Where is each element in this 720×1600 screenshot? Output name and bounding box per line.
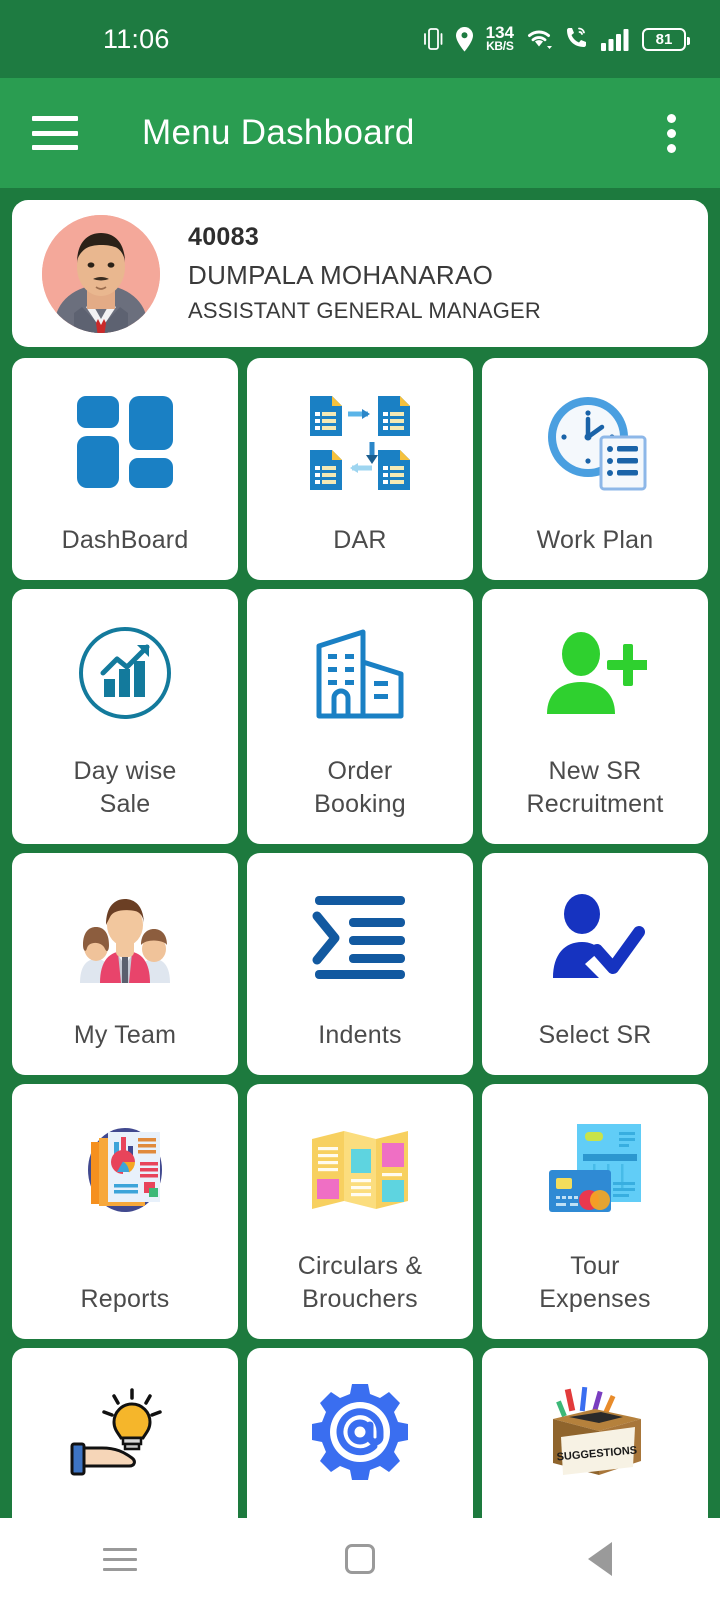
tile-work-plan[interactable]: Work Plan [482, 358, 708, 580]
tile-dar[interactable]: DAR [247, 358, 473, 580]
add-person-icon [530, 617, 660, 729]
location-icon [454, 26, 475, 53]
tile-label: Tour Expenses [539, 1251, 651, 1314]
avatar [42, 214, 160, 333]
growth-chart-circle-icon [60, 617, 190, 729]
app-bar: Menu Dashboard [0, 78, 720, 188]
person-check-icon [530, 881, 660, 993]
profile-details: 40083 DUMPALA MOHANARAO ASSISTANT GENERA… [188, 223, 541, 324]
tile-label: Day wise Sale [73, 756, 177, 819]
tile-reports[interactable]: Reports [12, 1084, 238, 1339]
status-bar-icons: 134 KB/S 81 [423, 24, 690, 54]
home-icon[interactable] [305, 1518, 415, 1600]
suggestion-box-icon: SUGGESTIONS [530, 1376, 660, 1488]
vibrate-icon [423, 26, 443, 52]
profile-card[interactable]: 40083 DUMPALA MOHANARAO ASSISTANT GENERA… [12, 200, 708, 347]
scroll-content: 40083 DUMPALA MOHANARAO ASSISTANT GENERA… [0, 188, 720, 1600]
team-people-icon [60, 881, 190, 993]
menu-grid: DashBoard DAR Work Plan Day wise Sale Or… [12, 358, 708, 1600]
status-bar: 11:06 134 KB/S 81 [0, 0, 720, 78]
tile-label: Indents [318, 1021, 402, 1050]
tile-label: New SR Recruitment [526, 756, 664, 819]
wifi-icon [525, 27, 553, 51]
tile-label: Reports [80, 1285, 170, 1314]
brochure-trifold-icon [295, 1112, 425, 1224]
hamburger-menu-icon[interactable] [32, 116, 78, 150]
report-charts-icon [60, 1112, 190, 1224]
tile-label: Work Plan [536, 526, 654, 555]
tile-circulars-brouchers[interactable]: Circulars & Brouchers [247, 1084, 473, 1339]
tile-new-sr-recruitment[interactable]: New SR Recruitment [482, 589, 708, 844]
recent-apps-icon[interactable] [65, 1518, 175, 1600]
more-vertical-icon[interactable] [667, 113, 676, 153]
back-icon[interactable] [545, 1518, 655, 1600]
tile-label: DashBoard [61, 526, 189, 555]
invoice-card-icon [530, 1112, 660, 1224]
system-nav-bar [0, 1518, 720, 1600]
hand-idea-bulb-icon [60, 1376, 190, 1488]
tile-my-team[interactable]: My Team [12, 853, 238, 1075]
battery-level-label: 81 [655, 30, 673, 48]
gear-at-sign-icon [295, 1376, 425, 1488]
network-speed-icon: 134 KB/S [486, 24, 514, 54]
tile-label: Select SR [538, 1021, 652, 1050]
page-title: Menu Dashboard [142, 113, 415, 152]
employee-name: DUMPALA MOHANARAO [188, 260, 494, 290]
tile-label: Circulars & Brouchers [297, 1251, 423, 1314]
tile-label: DAR [333, 526, 387, 555]
employee-id: 40083 [188, 223, 260, 251]
battery-icon: 81 [642, 27, 690, 51]
employee-designation: ASSISTANT GENERAL MANAGER [188, 298, 542, 323]
tile-label: Order Booking [314, 756, 406, 819]
office-building-icon [295, 617, 425, 729]
indent-list-icon [295, 881, 425, 993]
tile-label: My Team [73, 1021, 177, 1050]
tile-order-booking[interactable]: Order Booking [247, 589, 473, 844]
tile-day-wise-sale[interactable]: Day wise Sale [12, 589, 238, 844]
tile-dashboard[interactable]: DashBoard [12, 358, 238, 580]
app-root: 11:06 134 KB/S 81 Menu Dashboard 40083 D… [0, 0, 720, 1600]
tile-tour-expenses[interactable]: Tour Expenses [482, 1084, 708, 1339]
signal-bars-icon [601, 27, 631, 51]
dashboard-grid-icon [60, 386, 190, 498]
documents-cycle-icon [295, 386, 425, 498]
tile-indents[interactable]: Indents [247, 853, 473, 1075]
tile-select-sr[interactable]: Select SR [482, 853, 708, 1075]
clock-checklist-icon [530, 386, 660, 498]
status-bar-clock: 11:06 [103, 23, 170, 54]
network-speed-unit: KB/S [486, 39, 514, 54]
vowifi-call-icon [564, 26, 590, 52]
